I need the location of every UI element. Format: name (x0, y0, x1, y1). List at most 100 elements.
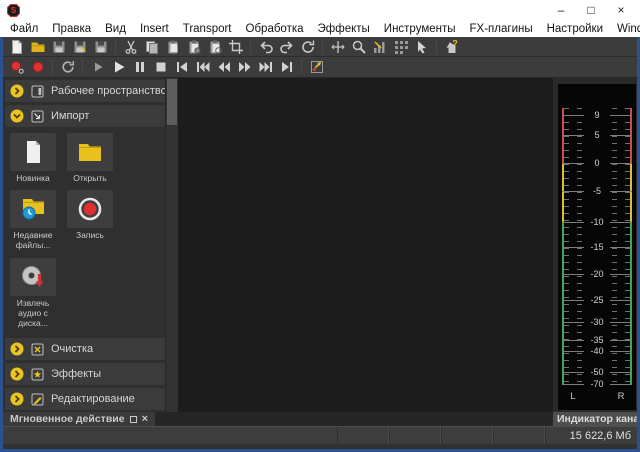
spectrum-tool-button[interactable] (390, 38, 411, 56)
tile-new[interactable]: Новинка (10, 133, 56, 183)
menu-item[interactable]: Эффекты (311, 22, 377, 36)
stop-button[interactable] (150, 58, 171, 76)
section-label: Редактирование (51, 393, 135, 406)
channel-label: L (570, 391, 576, 402)
play-all-button[interactable] (87, 58, 108, 76)
meter-gridline (562, 351, 584, 353)
menu-item[interactable]: Transport (176, 22, 239, 36)
channel-meter-tab[interactable]: Индикатор каналов (553, 412, 637, 426)
menu-item[interactable]: Insert (133, 22, 176, 36)
close-button[interactable]: × (606, 1, 636, 19)
rewind-button[interactable] (213, 58, 234, 76)
float-window-icon[interactable] (129, 415, 137, 423)
meter-ticks (612, 108, 617, 384)
save-as-button[interactable] (69, 38, 90, 56)
soundforge-app-icon[interactable]: S (7, 3, 20, 17)
meter-gridline (562, 321, 584, 323)
paste-special-button[interactable] (183, 38, 204, 56)
sidebar-section-cleanup[interactable]: Очистка (5, 338, 165, 361)
menu-item[interactable]: Правка (45, 22, 98, 36)
go-to-start-icon (174, 59, 190, 75)
save-all-button[interactable] (90, 38, 111, 56)
undo-button[interactable] (255, 38, 276, 56)
zoom-edit-tool-button[interactable] (348, 38, 369, 56)
expand-circle-icon[interactable] (10, 392, 24, 406)
meter-scale-label: 9 (594, 109, 600, 120)
meter-channel-right (610, 108, 632, 385)
play-button[interactable] (108, 58, 129, 76)
menu-item[interactable]: Вид (98, 22, 133, 36)
menu-item[interactable]: Файл (3, 22, 45, 36)
menu-item[interactable]: Window (610, 22, 640, 36)
sidebar-section-workspace[interactable]: Рабочее пространство (5, 80, 165, 102)
meter-scale-label: -35 (590, 335, 604, 346)
pause-button[interactable] (129, 58, 150, 76)
meter-gridline (562, 300, 584, 302)
expand-circle-icon[interactable] (10, 367, 24, 381)
open-file-button[interactable] (27, 38, 48, 56)
go-to-end-icon (279, 59, 295, 75)
previous-marker-button[interactable] (192, 58, 213, 76)
tile-label: Извлечь аудио с диска... (16, 297, 50, 328)
tile-record[interactable]: Запись (67, 190, 113, 250)
toolbar-separator (82, 60, 83, 74)
tile-recent[interactable]: Недавние файлы... (10, 190, 56, 250)
maximize-button[interactable]: □ (576, 1, 606, 19)
event-tool-button[interactable] (327, 38, 348, 56)
meter-ticks (564, 108, 569, 384)
close-icon[interactable]: × (142, 413, 148, 425)
collapse-circle-icon[interactable] (10, 109, 24, 123)
redo-button[interactable] (276, 38, 297, 56)
save-icon (51, 39, 67, 55)
scroll-playback-button[interactable] (306, 58, 327, 76)
redo-icon (279, 39, 295, 55)
tile-label: Открыть (73, 173, 107, 183)
repeat-button[interactable] (297, 38, 318, 56)
trim-crop-button[interactable] (225, 38, 246, 56)
go-to-start-button[interactable] (171, 58, 192, 76)
go-to-end-button[interactable] (276, 58, 297, 76)
meter-scale-label: 0 (594, 158, 600, 169)
meter-gridline (562, 114, 584, 116)
sidebar-section-effects[interactable]: Эффекты (5, 363, 165, 386)
record-options-button[interactable] (6, 58, 27, 76)
menu-item[interactable]: Инструменты (377, 22, 463, 36)
menu-item[interactable]: Обработка (239, 22, 311, 36)
menu-item[interactable]: Настройки (540, 22, 610, 36)
menu-item[interactable]: FX-плагины (463, 22, 540, 36)
meter-scale-label: -50 (590, 367, 604, 378)
tile-open[interactable]: Открыть (67, 133, 113, 183)
instant-action-tab[interactable]: Мгновенное действие × (3, 412, 156, 426)
pause-icon (132, 59, 148, 75)
new-file-button[interactable] (6, 38, 27, 56)
whats-this-help-button[interactable]: ? (441, 38, 462, 56)
sidebar-section-import[interactable]: Импорт (5, 105, 165, 127)
minimize-button[interactable]: – (546, 1, 576, 19)
expand-circle-icon[interactable] (10, 84, 24, 98)
meter-ticks (625, 108, 630, 384)
next-marker-button[interactable] (255, 58, 276, 76)
scrollbar-thumb[interactable] (167, 79, 177, 125)
repeat-icon (300, 39, 316, 55)
sidebar-section-editing[interactable]: Редактирование (5, 388, 165, 411)
section-label: Рабочее пространство (51, 85, 165, 97)
forward-button[interactable] (234, 58, 255, 76)
open-file-icon (30, 39, 46, 55)
cleanup-icon (31, 343, 44, 356)
loop-playback-button[interactable] (57, 58, 78, 76)
expand-circle-icon[interactable] (10, 342, 24, 356)
tile-extract[interactable]: Извлечь аудио с диска... (10, 257, 56, 329)
title-bar: S – □ × (0, 0, 640, 20)
sidebar-scrollbar[interactable] (165, 78, 178, 412)
selection-tool-button[interactable] (411, 38, 432, 56)
copy-button[interactable] (141, 38, 162, 56)
mix-paste-button[interactable] (204, 38, 225, 56)
paste-button[interactable] (162, 38, 183, 56)
draw-tool-button[interactable] (369, 38, 390, 56)
meter-scale-label: -40 (590, 346, 604, 357)
save-button[interactable] (48, 38, 69, 56)
app-window: S – □ × Файл Правка Вид Insert Transport Обрабо… (0, 0, 640, 452)
record-button[interactable] (27, 58, 48, 76)
bottom-tab-row: Мгновенное действие × Индикатор каналов (3, 412, 637, 426)
cut-button[interactable] (120, 38, 141, 56)
